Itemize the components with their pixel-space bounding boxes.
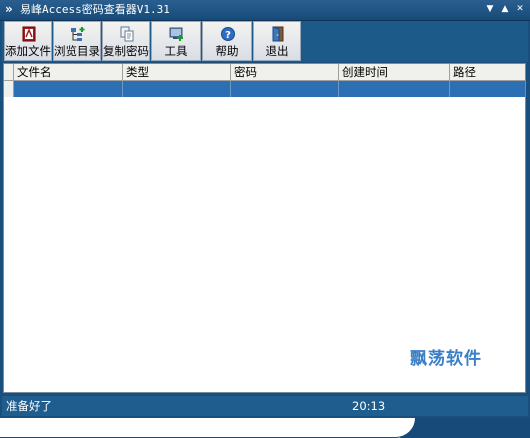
add-file-label: 添加文件 [5, 44, 51, 58]
tools-icon [169, 27, 183, 41]
table-cell-path[interactable] [450, 81, 525, 97]
window-title: 易峰Access密码查看器V1.31 [20, 3, 170, 16]
app-icon: » [5, 2, 13, 16]
exit-label: 退出 [265, 44, 289, 58]
close-icon[interactable]: ✕ [514, 3, 526, 15]
row-indicator [4, 81, 14, 97]
exit-icon [272, 26, 284, 42]
exit-button[interactable]: 退出 [253, 21, 301, 61]
help-label: 帮助 [215, 44, 239, 58]
bottom-edge-curve [0, 418, 416, 438]
window-bottom-edge [0, 418, 530, 438]
bottom-edge-fill [400, 418, 530, 438]
watermark-text: 飘荡软件 [410, 349, 482, 369]
title-bar[interactable]: » 易峰Access密码查看器V1.31 ▼ ▲ ✕ [0, 0, 530, 21]
table-cell-filename[interactable] [14, 81, 123, 97]
status-bar: 准备好了 20:13 [2, 396, 528, 416]
browse-folder-label: 浏览目录 [54, 44, 100, 58]
column-header-created[interactable]: 创建时间 [339, 64, 450, 80]
copy-password-icon [120, 26, 134, 42]
add-file-icon [22, 26, 36, 42]
copy-password-button[interactable]: 复制密码 [102, 21, 150, 61]
menu-dropdown-icon[interactable]: ▼ [484, 3, 496, 15]
help-icon: ? [221, 27, 235, 41]
column-header-type[interactable]: 类型 [123, 64, 231, 80]
table-header: 文件名 类型 密码 创建时间 路径 [4, 64, 525, 81]
svg-text:?: ? [225, 30, 231, 41]
toolbar: 添加文件 浏览目录 复制密码 工具 ? 帮助 退出 [2, 21, 528, 62]
help-button[interactable]: ? 帮助 [202, 21, 252, 61]
table-cell-password[interactable] [231, 81, 339, 97]
minimize-icon[interactable]: ▲ [499, 3, 511, 15]
column-header-filename[interactable]: 文件名 [14, 64, 123, 80]
table-cell-type[interactable] [123, 81, 231, 97]
app-window: » 易峰Access密码查看器V1.31 ▼ ▲ ✕ 添加文件 浏览目录 复制密… [0, 0, 530, 438]
table-cell-created[interactable] [339, 81, 450, 97]
tools-label: 工具 [164, 44, 188, 58]
column-header-password[interactable]: 密码 [231, 64, 339, 80]
row-indicator-header [4, 64, 14, 80]
status-time: 20:13 [352, 399, 386, 413]
status-text: 准备好了 [6, 399, 52, 413]
column-header-path[interactable]: 路径 [450, 64, 525, 80]
add-file-button[interactable]: 添加文件 [4, 21, 52, 61]
copy-password-label: 复制密码 [103, 44, 149, 58]
browse-folder-button[interactable]: 浏览目录 [53, 21, 101, 61]
table-row[interactable] [4, 81, 525, 97]
tools-button[interactable]: 工具 [151, 21, 201, 61]
browse-folder-icon [71, 27, 85, 41]
